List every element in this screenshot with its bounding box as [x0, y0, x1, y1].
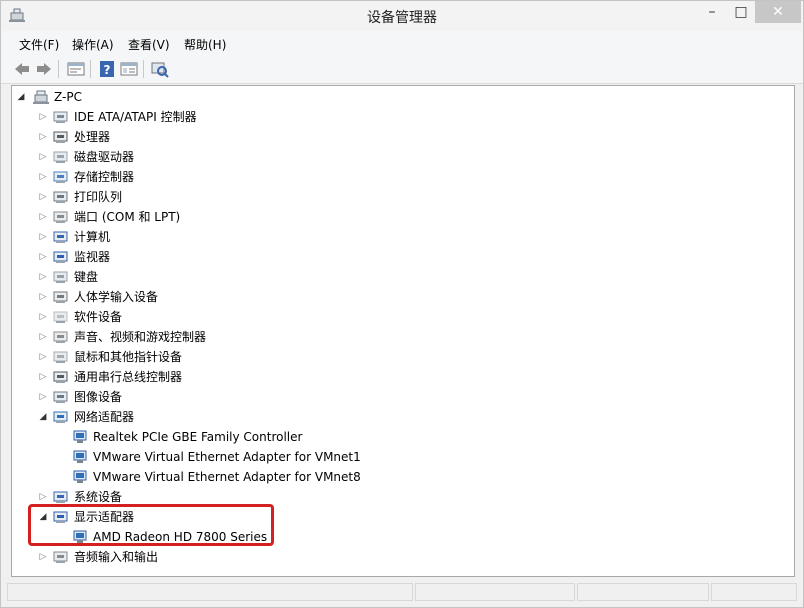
- network-adapter-icon: [73, 450, 87, 463]
- expand-arrow-icon[interactable]: ▷: [38, 207, 48, 227]
- expand-arrow-icon[interactable]: ▷: [38, 287, 48, 307]
- category-label: 音频输入和输出: [74, 550, 159, 564]
- device-category-icon: [53, 211, 68, 223]
- device-category-icon: [53, 291, 68, 303]
- expand-arrow-icon[interactable]: ▷: [38, 107, 48, 127]
- window-title: 设备管理器: [367, 10, 437, 26]
- device-category-icon: [53, 491, 68, 503]
- menu-action[interactable]: 操作(A): [72, 36, 114, 53]
- maximize-button[interactable]: □: [727, 1, 755, 23]
- category-label: IDE ATA/ATAPI 控制器: [74, 110, 197, 124]
- expand-arrow-icon[interactable]: ▷: [38, 367, 48, 387]
- device-category-icon: [53, 331, 68, 343]
- category-label: 存储控制器: [74, 170, 135, 184]
- menu-file[interactable]: 文件(F): [19, 36, 59, 53]
- svg-text:?: ?: [104, 63, 111, 77]
- status-bar: [1, 579, 803, 607]
- computer-icon: [33, 90, 49, 104]
- menu-bar: 文件(F) 操作(A) 查看(V) 帮助(H): [1, 31, 803, 55]
- device-category-icon: [53, 231, 68, 243]
- close-button[interactable]: ✕: [755, 1, 801, 23]
- device-category-icon: [53, 191, 68, 203]
- toolbar-separator: [90, 60, 91, 78]
- device-category-icon: [53, 171, 68, 183]
- status-cell: [577, 583, 709, 601]
- toolbar: ?: [1, 55, 803, 84]
- expand-arrow-icon[interactable]: ▷: [38, 547, 48, 567]
- device-category-icon: [53, 351, 68, 363]
- device-category-icon: [53, 151, 68, 163]
- toolbar-separator: [58, 60, 59, 78]
- properties-view-icon[interactable]: [67, 60, 85, 78]
- category-label: 监视器: [74, 250, 111, 264]
- category-label: 磁盘驱动器: [74, 150, 135, 164]
- category-label: 网络适配器: [74, 410, 135, 424]
- device-category-icon: [53, 311, 68, 323]
- category-label: 鼠标和其他指针设备: [74, 350, 183, 364]
- expand-arrow-icon[interactable]: ▷: [38, 127, 48, 147]
- device-category-icon: [53, 111, 68, 123]
- device-category-icon: [53, 391, 68, 403]
- category-label: 端口 (COM 和 LPT): [74, 210, 181, 224]
- device-category-icon: [53, 271, 68, 283]
- category-label: 处理器: [74, 130, 111, 144]
- category-label: 通用串行总线控制器: [74, 370, 183, 384]
- expand-arrow-icon[interactable]: ▷: [38, 387, 48, 407]
- device-category-icon: [53, 251, 68, 263]
- help-icon[interactable]: ?: [98, 60, 116, 78]
- expand-arrow-icon[interactable]: ▷: [38, 307, 48, 327]
- status-cell: [711, 583, 797, 601]
- status-cell: [7, 583, 413, 601]
- category-label: 人体学输入设备: [74, 290, 159, 304]
- device-label: Realtek PCIe GBE Family Controller: [93, 430, 303, 444]
- details-view-icon[interactable]: [120, 60, 138, 78]
- minimize-button[interactable]: –: [695, 1, 729, 23]
- expand-arrow-icon[interactable]: ▷: [38, 227, 48, 247]
- device-label: VMware Virtual Ethernet Adapter for VMne…: [93, 450, 361, 464]
- device-label: VMware Virtual Ethernet Adapter for VMne…: [93, 470, 361, 484]
- highlight-box: [28, 504, 274, 546]
- category-label: 键盘: [74, 270, 99, 284]
- scan-hardware-icon[interactable]: [151, 60, 169, 78]
- category-label: 声音、视频和游戏控制器: [74, 330, 207, 344]
- device-manager-window: 设备管理器 – □ ✕ 文件(F) 操作(A) 查看(V) 帮助(H) ? ◢ …: [0, 0, 804, 608]
- expand-arrow-icon[interactable]: ▷: [38, 167, 48, 187]
- expand-arrow-icon[interactable]: ▷: [38, 327, 48, 347]
- status-cell: [415, 583, 575, 601]
- network-adapter-icon: [73, 430, 87, 443]
- device-category-icon: [53, 371, 68, 383]
- menu-view[interactable]: 查看(V): [128, 36, 170, 53]
- title-bar[interactable]: 设备管理器 – □ ✕: [1, 1, 803, 31]
- back-icon[interactable]: [13, 60, 31, 78]
- menu-help[interactable]: 帮助(H): [184, 36, 226, 53]
- device-category-icon: [53, 411, 68, 423]
- collapse-arrow-icon[interactable]: ◢: [38, 407, 48, 427]
- expand-arrow-icon[interactable]: ▷: [38, 187, 48, 207]
- category-label: 打印队列: [74, 190, 123, 204]
- category-label: 图像设备: [74, 390, 123, 404]
- expand-arrow-icon[interactable]: ▷: [38, 247, 48, 267]
- network-adapter-icon: [73, 470, 87, 483]
- device-category-icon: [53, 131, 68, 143]
- toolbar-separator: [143, 60, 144, 78]
- root-label: Z-PC: [54, 90, 82, 104]
- expand-arrow-icon[interactable]: ◢: [16, 87, 26, 107]
- expand-arrow-icon[interactable]: ▷: [38, 267, 48, 287]
- device-category-icon: [53, 551, 68, 563]
- expand-arrow-icon[interactable]: ▷: [38, 347, 48, 367]
- category-label: 计算机: [74, 230, 111, 244]
- forward-icon[interactable]: [35, 60, 53, 78]
- category-label: 软件设备: [74, 310, 123, 324]
- expand-arrow-icon[interactable]: ▷: [38, 147, 48, 167]
